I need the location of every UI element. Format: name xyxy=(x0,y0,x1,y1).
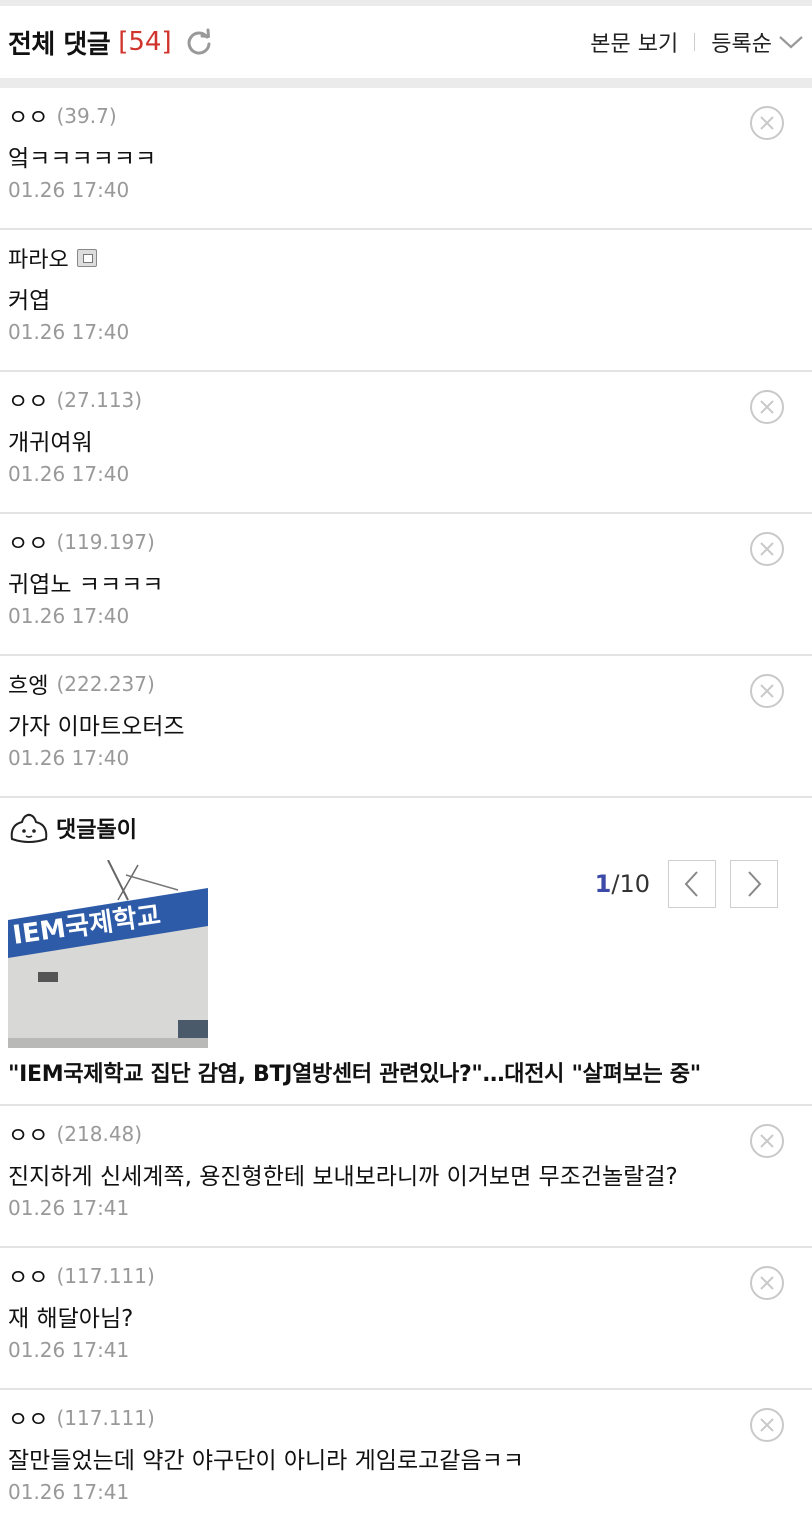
comment-nick[interactable]: ㅇㅇ xyxy=(8,526,48,558)
pager-current: 1 xyxy=(594,870,612,898)
delete-comment-icon[interactable] xyxy=(750,106,784,140)
sort-label: 등록순 xyxy=(711,32,772,57)
comment-nick[interactable]: ㅇㅇ xyxy=(8,384,48,416)
comment-item: ㅇㅇ (117.111) 잘만들었는데 약간 야구단이 아니라 게임로고같음ㅋㅋ… xyxy=(0,1390,812,1518)
prev-button[interactable] xyxy=(668,860,716,908)
comment-item: ㅇㅇ (119.197) 귀엽노 ㅋㅋㅋㅋ 01.26 17:40 xyxy=(0,514,812,656)
bot-mascot-icon xyxy=(10,813,48,843)
comment-item: ㅇㅇ (27.113) 개귀여워 01.26 17:40 xyxy=(0,372,812,514)
comment-text: 진지하게 신세계쪽, 용진형한테 보내보라니까 이거보면 무조건놀랄걸? xyxy=(8,1164,678,1190)
delete-comment-icon[interactable] xyxy=(750,390,784,424)
pager-count: 1/10 xyxy=(595,870,650,898)
comment-item: ㅇㅇ (117.111) 재 해달아님? 01.26 17:41 xyxy=(0,1248,812,1390)
comment-date: 01.26 17:41 xyxy=(8,1338,130,1362)
delete-comment-icon[interactable] xyxy=(750,532,784,566)
comment-nick[interactable]: 파라오 xyxy=(8,242,69,274)
comment-ip: (218.48) xyxy=(56,1122,143,1146)
view-body-link[interactable]: 본문 보기 xyxy=(590,26,678,58)
comments-title: 전체 댓글 xyxy=(8,29,111,60)
comments-header: 전체 댓글 [54] 본문 보기 등록순 xyxy=(0,6,812,78)
comment-nick[interactable]: ㅇㅇ xyxy=(8,1118,48,1150)
comment-nick[interactable]: ㅇㅇ xyxy=(8,100,48,132)
comment-date: 01.26 17:41 xyxy=(8,1196,130,1220)
delete-comment-icon[interactable] xyxy=(750,1408,784,1442)
comment-date: 01.26 17:40 xyxy=(8,320,130,344)
comment-item: 파라오 커엽 01.26 17:40 xyxy=(0,230,812,372)
comment-item: 흐엥 (222.237) 가자 이마트오터즈 01.26 17:40 xyxy=(0,656,812,798)
comment-text: 귀엽노 ㅋㅋㅋㅋ xyxy=(8,572,164,598)
chevron-down-icon xyxy=(779,36,803,49)
comment-text: 엌ㅋㅋㅋㅋㅋㅋ xyxy=(8,146,157,172)
comment-ip: (117.111) xyxy=(56,1406,155,1430)
comment-item: ㅇㅇ (218.48) 진지하게 신세계쪽, 용진형한테 보내보라니까 이거보면… xyxy=(0,1106,812,1248)
news-thumbnail[interactable]: IEM국제학교 xyxy=(8,860,208,1048)
comment-text: 재 해달아님? xyxy=(8,1306,134,1332)
comment-nick[interactable]: ㅇㅇ xyxy=(8,1260,48,1292)
comment-ip: (222.237) xyxy=(56,672,155,696)
refresh-icon[interactable] xyxy=(184,27,214,57)
bot-label: 댓글돌이 xyxy=(56,818,137,843)
comment-item: ㅇㅇ (39.7) 엌ㅋㅋㅋㅋㅋㅋ 01.26 17:40 xyxy=(0,88,812,230)
header-divider xyxy=(0,78,812,88)
comment-text: 개귀여워 xyxy=(8,430,93,456)
comment-date: 01.26 17:40 xyxy=(8,462,130,486)
comment-ip: (39.7) xyxy=(56,104,117,128)
fixed-nick-badge-icon xyxy=(76,249,97,267)
delete-comment-icon[interactable] xyxy=(750,674,784,708)
pager-total: /10 xyxy=(611,870,650,898)
comment-text: 가자 이마트오터즈 xyxy=(8,714,185,740)
news-headline-link[interactable]: "IEM국제학교 집단 감염, BTJ열방센터 관련있나?"…대전시 "살펴보는… xyxy=(8,1056,701,1088)
comment-ip: (119.197) xyxy=(56,530,155,554)
comment-date: 01.26 17:40 xyxy=(8,746,130,770)
comment-bot-card: 댓글돌이 IEM국제학교 1/10 "IEM국제학교 집단 감염, BTJ열방센… xyxy=(0,798,812,1106)
comment-count: [54] xyxy=(118,27,172,57)
comment-date: 01.26 17:41 xyxy=(8,1480,130,1504)
comment-date: 01.26 17:40 xyxy=(8,604,130,628)
comment-text: 커엽 xyxy=(8,288,51,314)
chevron-right-icon xyxy=(748,871,762,897)
comment-ip: (27.113) xyxy=(56,388,143,412)
sort-dropdown[interactable]: 등록순 xyxy=(711,26,804,58)
chevron-left-icon xyxy=(684,871,698,897)
comment-nick[interactable]: 흐엥 xyxy=(8,668,48,700)
delete-comment-icon[interactable] xyxy=(750,1124,784,1158)
comment-nick[interactable]: ㅇㅇ xyxy=(8,1402,48,1434)
delete-comment-icon[interactable] xyxy=(750,1266,784,1300)
comment-ip: (117.111) xyxy=(56,1264,155,1288)
comment-text: 잘만들었는데 약간 야구단이 아니라 게임로고같음ㅋㅋ xyxy=(8,1448,524,1474)
bot-pager: 1/10 xyxy=(595,860,778,908)
comment-date: 01.26 17:40 xyxy=(8,178,130,202)
header-separator xyxy=(694,33,696,51)
next-button[interactable] xyxy=(730,860,778,908)
